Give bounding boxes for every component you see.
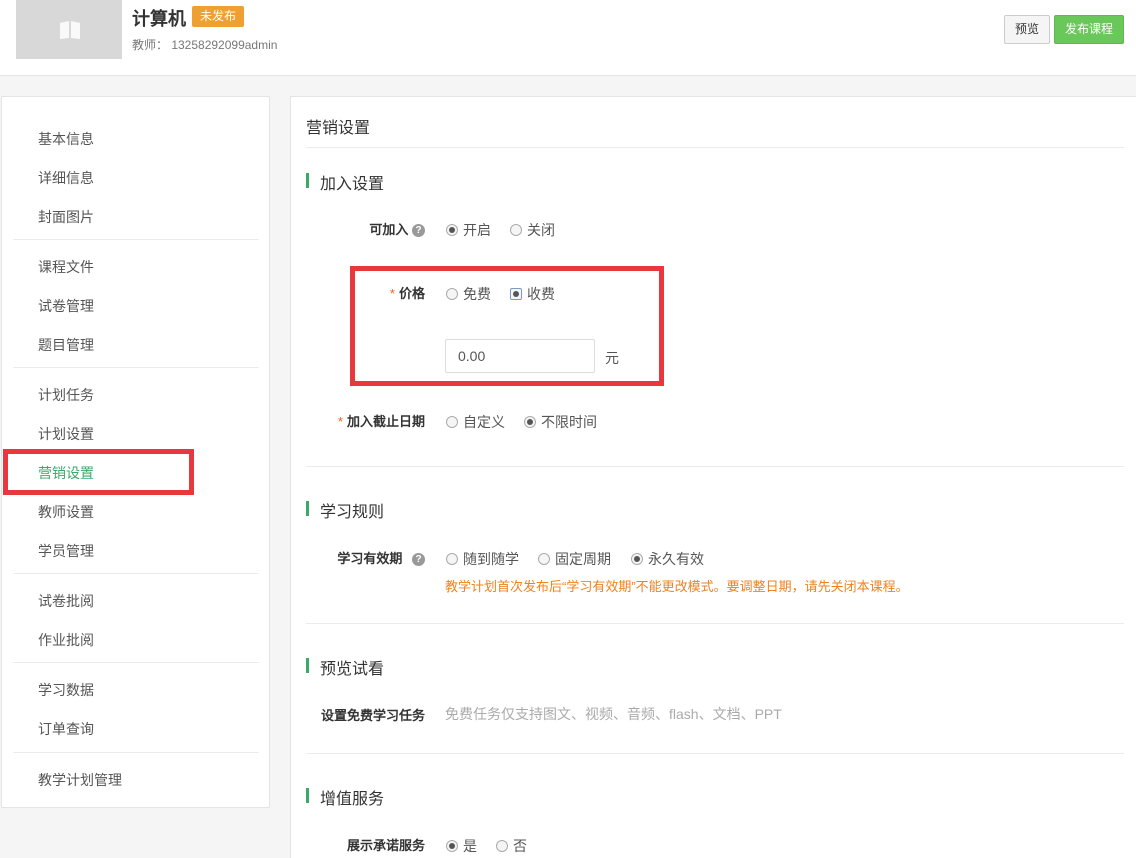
joinable-radio-close[interactable]: 关闭 — [510, 220, 555, 240]
sidebar-item-homework-review[interactable]: 作业批阅 — [38, 630, 94, 650]
publish-course-button[interactable]: 发布课程 — [1054, 15, 1124, 44]
sidebar-item-student-management[interactable]: 学员管理 — [38, 541, 94, 561]
main-panel: 营销设置 加入设置 可加入 ? 开启 关闭 * 价格 免费 收费 0.00 元 *… — [290, 96, 1136, 858]
page-title: 营销设置 — [306, 120, 371, 137]
deadline-radio-unlimited[interactable]: 不限时间 — [524, 412, 597, 432]
deadline-label-text: 加入截止日期 — [346, 414, 425, 429]
validity-radio-fixed[interactable]: 固定周期 — [538, 549, 611, 569]
validity-warning: 教学计划首次发布后“学习有效期”不能更改模式。要调整日期，请先关闭本课程。 — [445, 579, 909, 594]
radio-label: 随到随学 — [463, 551, 519, 567]
course-cover-image — [16, 0, 122, 59]
section-title-rules: 学习规则 — [306, 498, 384, 522]
free-task-label: 设置免费学习任务 — [320, 708, 425, 723]
sidebar-divider — [13, 239, 259, 240]
deadline-label: * 加入截止日期 — [311, 411, 425, 430]
deadline-radio-custom[interactable]: 自定义 — [446, 412, 505, 432]
sidebar-highlight-box — [3, 449, 194, 495]
free-task-hint: 免费任务仅支持图文、视频、音频、flash、文档、PPT — [445, 706, 782, 722]
validity-radio-anytime[interactable]: 随到随学 — [446, 549, 519, 569]
sidebar-item-exam-management[interactable]: 试卷管理 — [38, 296, 94, 316]
required-asterisk: * — [337, 414, 343, 429]
sidebar-divider — [13, 367, 259, 368]
radio-label: 自定义 — [463, 414, 505, 430]
promise-label: 展示承诺服务 — [346, 838, 425, 853]
radio-label: 关闭 — [527, 222, 555, 238]
sidebar-item-question-management[interactable]: 题目管理 — [38, 335, 94, 355]
radio-label: 永久有效 — [648, 551, 704, 567]
sidebar-item-teacher-settings[interactable]: 教师设置 — [38, 502, 94, 522]
status-badge: 未发布 — [192, 6, 245, 27]
promise-radio-no[interactable]: 否 — [496, 836, 527, 856]
sidebar-divider — [13, 573, 259, 574]
radio-unselected-icon — [510, 224, 522, 236]
sidebar-item-course-files[interactable]: 课程文件 — [38, 257, 94, 277]
help-icon[interactable]: ? — [412, 224, 425, 237]
course-title: 计算机 — [132, 9, 186, 29]
sidebar-divider — [13, 662, 259, 663]
validity-label: 学习有效期 ? — [311, 548, 425, 567]
price-highlight-box — [350, 266, 664, 386]
teacher-info: 教师： 13258292099admin — [132, 38, 278, 52]
course-header: 计算机 未发布 教师： 13258292099admin 预览 发布课程 — [0, 0, 1136, 76]
radio-selected-icon — [446, 840, 458, 852]
radio-label: 是 — [463, 838, 477, 854]
radio-unselected-icon — [446, 416, 458, 428]
divider — [306, 147, 1124, 148]
sidebar-item-cover-image[interactable]: 封面图片 — [38, 207, 94, 227]
joinable-radio-open[interactable]: 开启 — [446, 220, 491, 240]
sidebar-item-detail-info[interactable]: 详细信息 — [38, 168, 94, 188]
radio-unselected-icon — [446, 553, 458, 565]
divider — [306, 623, 1124, 624]
divider — [306, 753, 1124, 754]
preview-button[interactable]: 预览 — [1004, 15, 1050, 44]
validity-label-text: 学习有效期 — [337, 551, 403, 566]
divider — [306, 466, 1124, 467]
radio-label: 不限时间 — [541, 414, 597, 430]
radio-unselected-icon — [538, 553, 550, 565]
validity-radio-permanent[interactable]: 永久有效 — [631, 549, 704, 569]
radio-label: 开启 — [463, 222, 491, 238]
sidebar-item-learning-data[interactable]: 学习数据 — [38, 680, 94, 700]
radio-selected-icon — [631, 553, 643, 565]
book-icon — [60, 21, 80, 39]
section-title-join: 加入设置 — [306, 170, 384, 194]
sidebar-item-basic-info[interactable]: 基本信息 — [38, 129, 94, 149]
sidebar-item-teaching-plan-management[interactable]: 教学计划管理 — [38, 770, 122, 790]
sidebar-item-plan-settings[interactable]: 计划设置 — [38, 424, 94, 444]
sidebar-item-order-query[interactable]: 订单查询 — [38, 719, 94, 739]
joinable-label: 可加入 ? — [351, 219, 425, 238]
sidebar-item-exam-review[interactable]: 试卷批阅 — [38, 591, 94, 611]
radio-label: 否 — [513, 838, 527, 854]
sidebar-divider — [13, 752, 259, 753]
radio-selected-icon — [446, 224, 458, 236]
radio-label: 固定周期 — [555, 551, 611, 567]
sidebar-item-plan-tasks[interactable]: 计划任务 — [38, 385, 94, 405]
section-title-preview: 预览试看 — [306, 655, 384, 679]
promise-radio-yes[interactable]: 是 — [446, 836, 477, 856]
help-icon[interactable]: ? — [412, 553, 425, 566]
joinable-label-text: 可加入 — [369, 222, 409, 237]
radio-selected-icon — [524, 416, 536, 428]
section-title-value-added: 增值服务 — [306, 785, 384, 809]
radio-unselected-icon — [496, 840, 508, 852]
